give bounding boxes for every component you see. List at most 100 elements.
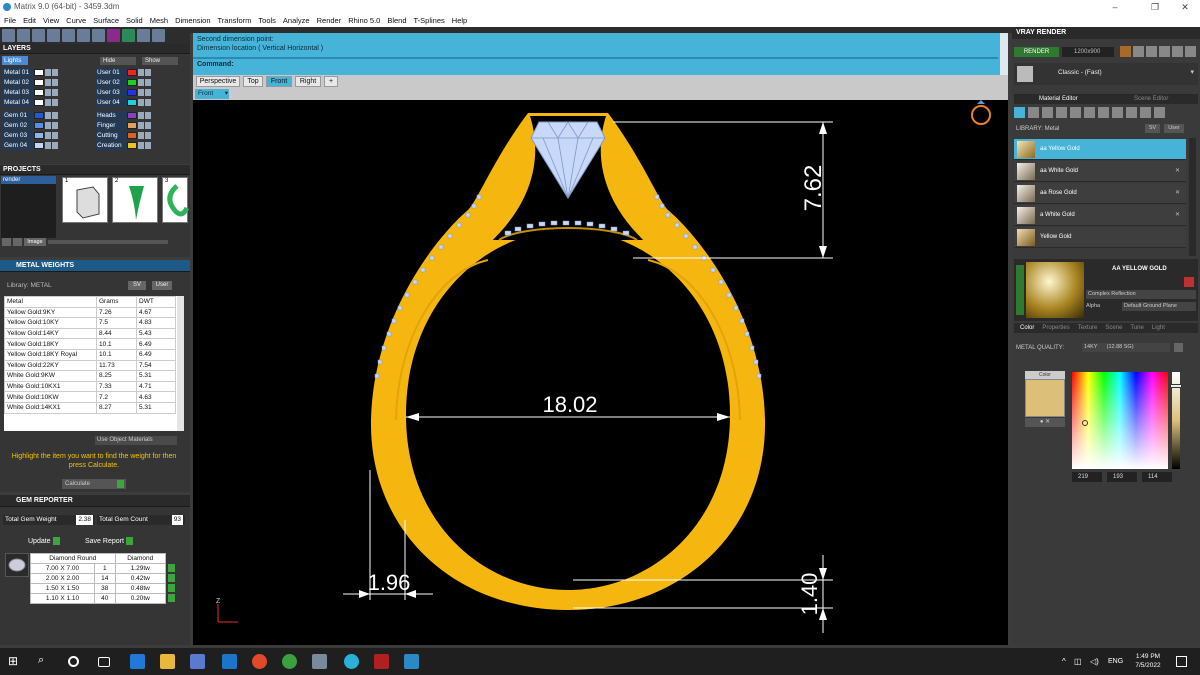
chevron-down-icon[interactable]: ▾ xyxy=(1190,68,1194,76)
menu-solid[interactable]: Solid xyxy=(126,14,143,27)
material-item[interactable]: Yellow Gold xyxy=(1014,227,1186,248)
lock-icon[interactable] xyxy=(138,78,144,86)
menu-tools[interactable]: Tools xyxy=(258,14,276,27)
eye-icon[interactable] xyxy=(52,68,58,76)
task-view-icon[interactable] xyxy=(98,657,110,667)
close-button[interactable]: ✕ xyxy=(1170,0,1200,14)
search-icon[interactable]: ⌕ xyxy=(38,654,53,669)
user-toggle[interactable]: User xyxy=(1164,124,1184,133)
layer-color-swatch[interactable] xyxy=(34,88,44,96)
menu-rhino[interactable]: Rhino 5.0 xyxy=(348,14,380,27)
layer-row[interactable]: Creation xyxy=(95,141,151,150)
red-value[interactable]: 219 xyxy=(1072,472,1102,482)
lock-icon[interactable] xyxy=(138,131,144,139)
color-picker-cursor[interactable] xyxy=(1082,420,1088,426)
menu-edit[interactable]: Edit xyxy=(23,14,36,27)
file-explorer-icon[interactable] xyxy=(160,654,175,669)
menu-render[interactable]: Render xyxy=(317,14,342,27)
command-scrollbar[interactable] xyxy=(1000,33,1008,75)
grid-icon[interactable] xyxy=(1098,107,1109,118)
layer-row[interactable]: Gem 01 xyxy=(2,111,58,120)
menu-dimension[interactable]: Dimension xyxy=(175,14,210,27)
material-item[interactable]: aa Rose Gold ✕ xyxy=(1014,183,1186,204)
table-row[interactable]: White Gold:14KX1 8.27 5.31 xyxy=(4,401,176,414)
tab-front[interactable]: Front xyxy=(266,76,292,87)
tab-top[interactable]: Top xyxy=(243,76,263,87)
notifications-icon[interactable] xyxy=(1176,656,1187,667)
metal-quality-icon[interactable] xyxy=(1174,343,1183,352)
app-icon[interactable] xyxy=(312,654,327,669)
project-item-render[interactable]: render xyxy=(1,176,56,184)
select-gem-row-icon[interactable] xyxy=(168,574,175,582)
mail-icon[interactable] xyxy=(222,654,237,669)
tab-properties[interactable]: Properties xyxy=(1042,323,1069,333)
menu-blend[interactable]: Blend xyxy=(387,14,406,27)
use-object-materials-checkbox[interactable]: Use Object Materials xyxy=(95,436,177,445)
layer-color-swatch[interactable] xyxy=(127,131,137,139)
eye-icon[interactable] xyxy=(145,141,151,149)
layer-row[interactable]: User 01 xyxy=(95,68,151,77)
layer-color-swatch[interactable] xyxy=(34,68,44,76)
table-row[interactable]: White Gold:10KX1 7.33 4.71 xyxy=(4,380,176,393)
lock-icon[interactable] xyxy=(45,131,51,139)
select-gem-row-icon[interactable] xyxy=(168,594,175,602)
layer-row[interactable]: User 04 xyxy=(95,98,151,107)
eye-icon[interactable] xyxy=(52,121,58,129)
layer-color-swatch[interactable] xyxy=(34,111,44,119)
layer-row[interactable]: Gem 04 xyxy=(2,141,58,150)
menu-curve[interactable]: Curve xyxy=(66,14,86,27)
close-icon[interactable]: ✕ xyxy=(1175,205,1180,226)
lock-icon[interactable] xyxy=(45,98,51,106)
tab-right[interactable]: Right xyxy=(295,76,321,87)
green-value[interactable]: 193 xyxy=(1107,472,1137,482)
active-layer[interactable]: Lights xyxy=(2,56,28,65)
app-icon[interactable] xyxy=(404,654,419,669)
lock-icon[interactable] xyxy=(45,111,51,119)
material-item[interactable]: a White Gold ✕ xyxy=(1014,205,1186,226)
tab-scene[interactable]: Scene xyxy=(1105,323,1122,333)
table-row[interactable]: Yellow Gold:10KY 7.5 4.83 xyxy=(4,317,176,329)
sphere-icon[interactable] xyxy=(1028,107,1039,118)
eye-icon[interactable] xyxy=(52,78,58,86)
color-swatch-actions[interactable]: ● ✕ xyxy=(1025,418,1065,427)
ground-plane-dropdown[interactable]: Default Ground Plane xyxy=(1122,302,1196,311)
lock-icon[interactable] xyxy=(45,78,51,86)
volume-icon[interactable]: ◁) xyxy=(1090,657,1099,666)
brush-icon[interactable] xyxy=(1056,107,1067,118)
eye-icon[interactable] xyxy=(145,121,151,129)
table-row[interactable]: Yellow Gold:9KY 7.26 4.67 xyxy=(4,306,176,319)
lock-icon[interactable] xyxy=(45,141,51,149)
brush-icon[interactable] xyxy=(1140,107,1151,118)
select-gem-row-icon[interactable] xyxy=(168,564,175,572)
copy-icon[interactable] xyxy=(77,29,90,42)
eye-icon[interactable] xyxy=(52,98,58,106)
layer-row[interactable]: Gem 03 xyxy=(2,131,58,140)
material-icon[interactable] xyxy=(1014,107,1025,118)
new-file-icon[interactable] xyxy=(2,29,15,42)
material-item[interactable]: aa Yellow Gold xyxy=(1014,139,1186,160)
blue-value[interactable]: 114 xyxy=(1142,472,1172,482)
lock-icon[interactable] xyxy=(138,98,144,106)
front-viewport[interactable]: 7.62 18.02 1.96 1.40 Z xyxy=(193,100,1008,645)
eye-icon[interactable] xyxy=(145,131,151,139)
eye-icon[interactable] xyxy=(145,88,151,96)
light-icon[interactable] xyxy=(1154,107,1165,118)
clock[interactable]: 1:49 PM 7/5/2022 xyxy=(1130,652,1166,670)
paste-icon[interactable] xyxy=(92,29,105,42)
table-row[interactable]: White Gold:9KW 8.25 5.31 xyxy=(4,370,176,382)
tab-perspective[interactable]: Perspective xyxy=(196,76,240,87)
layer-color-swatch[interactable] xyxy=(34,78,44,86)
menu-transform[interactable]: Transform xyxy=(218,14,252,27)
layer-color-swatch[interactable] xyxy=(127,68,137,76)
matrix-icon[interactable] xyxy=(344,654,359,669)
table-scrollbar[interactable] xyxy=(177,296,184,431)
eye-icon[interactable] xyxy=(52,131,58,139)
save-icon[interactable] xyxy=(32,29,45,42)
project-thumbnail-1[interactable]: 1 xyxy=(62,177,108,223)
layer-row[interactable]: Heads xyxy=(95,111,151,120)
lock-icon[interactable] xyxy=(138,141,144,149)
texture-icon[interactable] xyxy=(1042,107,1053,118)
view-dropdown[interactable]: Front ▾ xyxy=(195,89,229,99)
tab-color[interactable]: Color xyxy=(1020,323,1034,333)
lock-icon[interactable] xyxy=(45,68,51,76)
